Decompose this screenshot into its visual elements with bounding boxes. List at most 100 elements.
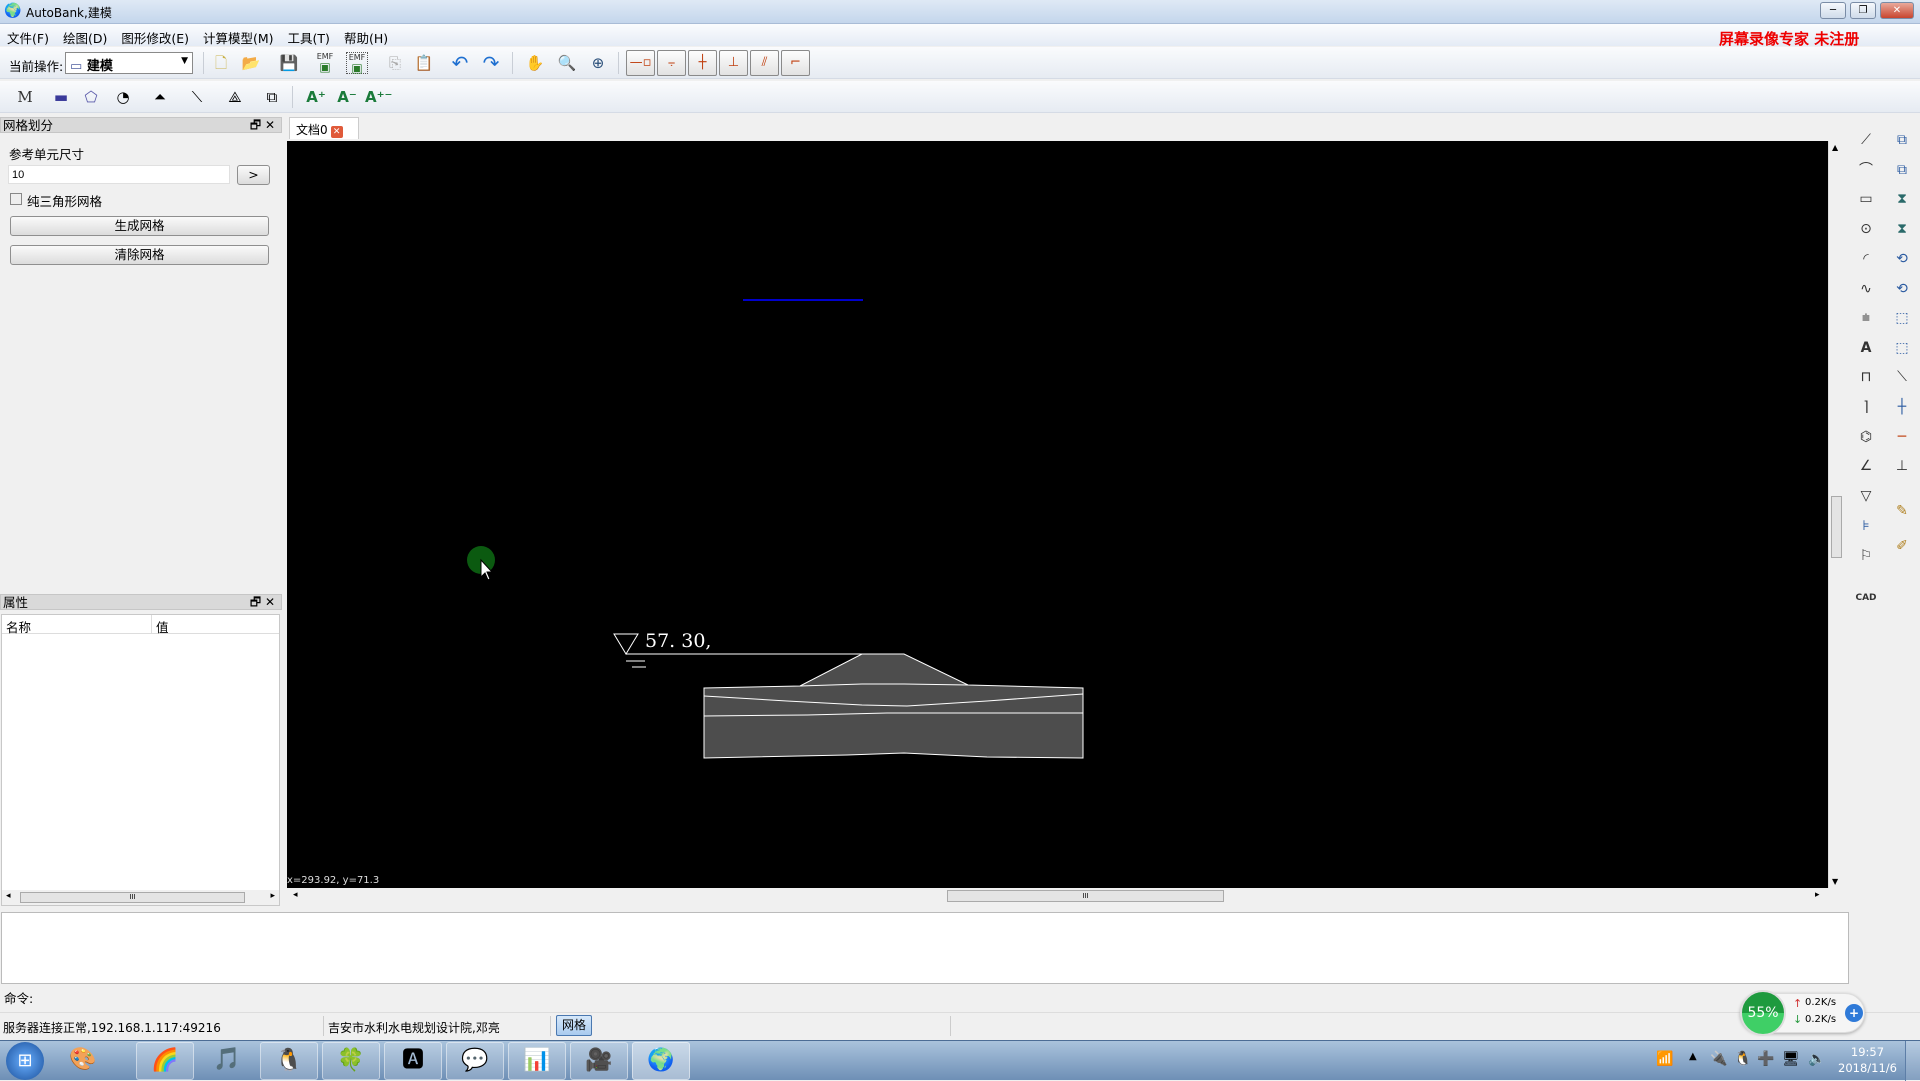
embankment-icon[interactable]: ⏶ (149, 86, 171, 108)
autobank-icon[interactable]: 🌍 (632, 1042, 690, 1080)
col-name[interactable]: 名称 (2, 615, 152, 635)
undo-icon[interactable]: ↶ (449, 52, 471, 74)
edit-icon[interactable]: ✎ (1890, 500, 1914, 522)
save-icon[interactable]: 💾 (278, 52, 300, 74)
show-hidden-icon[interactable]: ▲ (1689, 1051, 1697, 1062)
move-icon[interactable]: ⧉ (1890, 129, 1914, 151)
dim-aligned-icon[interactable]: ⌉ (1854, 396, 1878, 418)
panel-pin-close-icon[interactable]: 🗗 ✕ (250, 595, 275, 610)
snap-extension-icon[interactable]: ⌐ (781, 50, 810, 76)
open-folder-icon[interactable]: 📂 (240, 52, 262, 74)
security-icon[interactable]: ➕ (1757, 1051, 1774, 1067)
break-icon[interactable]: ┼ (1890, 396, 1914, 418)
clear-mesh-button[interactable]: 清除网格 (10, 245, 269, 265)
photos-icon[interactable]: 🌈 (136, 1042, 194, 1080)
export-emf-selection-icon[interactable]: EMF ▣ (346, 52, 368, 74)
water-level-icon[interactable]: ▽ (1854, 485, 1878, 507)
font-reset-icon[interactable]: A⁺⁻ (365, 86, 392, 108)
font-decrease-icon[interactable]: A⁻ (336, 86, 358, 108)
volume-icon[interactable]: 🔈 (1808, 1051, 1825, 1067)
spline-icon[interactable]: ∿ (1854, 278, 1878, 300)
command-input[interactable] (40, 986, 1740, 1006)
generate-mesh-button[interactable]: 生成网格 (10, 216, 269, 236)
paste-icon[interactable]: 📋 (413, 52, 435, 74)
qq-icon[interactable]: 🐧 (260, 1042, 318, 1080)
canvas-hscrollbar[interactable]: ◂ III ▸ (287, 888, 1844, 904)
close-tab-icon[interactable]: ✕ (330, 126, 343, 138)
dim-angle-icon[interactable]: ∠ (1854, 455, 1878, 477)
col-value[interactable]: 值 (152, 615, 173, 635)
show-desktop-button[interactable] (1905, 1041, 1920, 1081)
mesh-triangle-icon[interactable]: ⟁ (224, 86, 246, 108)
vscroll-thumb[interactable] (1831, 496, 1842, 558)
extend-icon[interactable]: ─ (1890, 426, 1914, 448)
tab-document0[interactable]: 文档0 ✕ (289, 117, 359, 139)
circle-draw-icon[interactable]: ⊙ (1854, 218, 1878, 240)
canvas-vscrollbar[interactable]: ▲ ▼ (1828, 141, 1844, 888)
properties-hscrollbar[interactable]: ◂ III ▸ (2, 890, 279, 905)
snap-midpoint-icon[interactable]: ⨪ (657, 50, 686, 76)
usb-icon[interactable]: 🔌 (1710, 1051, 1727, 1067)
snap-nearest-icon[interactable]: ⫽ (750, 50, 779, 76)
triangle-only-checkbox[interactable] (10, 193, 22, 205)
apply-size-button[interactable]: > (237, 165, 270, 185)
offset-icon[interactable]: ⊥ (1890, 455, 1914, 477)
trim-icon[interactable]: ⟍ (1890, 366, 1914, 388)
arc-icon[interactable]: ◜ (1854, 248, 1878, 270)
start-button[interactable]: ⊞ (6, 1042, 44, 1080)
screen-recorder-icon[interactable]: 🎥 (570, 1042, 628, 1080)
app-launcher-icon[interactable]: 🎨 (54, 1042, 112, 1080)
current-op-select[interactable]: ▭ 建模 ▼ (65, 52, 193, 74)
clover-icon[interactable]: 🍀 (322, 1042, 380, 1080)
pan-icon[interactable]: ✋ (524, 52, 546, 74)
dim-linear-icon[interactable]: ⊓ (1854, 366, 1878, 388)
media-app-icon[interactable]: 📊 (508, 1042, 566, 1080)
minimize-button[interactable]: ─ (1820, 2, 1846, 19)
export-emf-icon[interactable]: EMF ▣ (314, 52, 336, 74)
dam-section[interactable] (703, 653, 1084, 759)
rectangle-icon[interactable]: ▬ (50, 86, 72, 108)
flag-icon[interactable]: ⚐ (1854, 545, 1878, 567)
redo-icon[interactable]: ↷ (480, 52, 502, 74)
polyline-icon[interactable]: ⌒ (1854, 159, 1878, 181)
mesh-mode-button[interactable]: 网格 (556, 1015, 592, 1036)
zoom-window-icon[interactable]: 🔍 (556, 52, 578, 74)
clock[interactable]: 19:57 2018/11/6 (1838, 1044, 1897, 1076)
rectangle-draw-icon[interactable]: ▭ (1854, 188, 1878, 210)
copy-icon[interactable]: ⎘ (384, 52, 406, 74)
new-file-icon[interactable]: 🗋 (210, 52, 232, 74)
font-increase-icon[interactable]: A⁺ (305, 86, 327, 108)
line-2pt-icon[interactable]: ⟋ (1854, 129, 1878, 151)
elevation-icon[interactable]: ⊧ (1854, 515, 1878, 537)
section-icon[interactable]: ⧉ (261, 86, 283, 108)
zoom-extents-icon[interactable]: ⊕ (587, 52, 609, 74)
erase-icon[interactable]: ✐ (1890, 535, 1914, 557)
ref-size-input[interactable] (8, 165, 230, 184)
wechat-icon[interactable]: 💬 (446, 1042, 504, 1080)
snap-intersection-icon[interactable]: ┼ (688, 50, 717, 76)
close-button[interactable]: ✕ (1880, 2, 1914, 19)
restore-button[interactable]: ❐ (1850, 2, 1876, 19)
scale-copy-icon[interactable]: ⬚ (1890, 337, 1914, 359)
text-icon[interactable]: A (1854, 337, 1878, 359)
model-m-icon[interactable]: M (14, 86, 36, 108)
rotate-copy-icon[interactable]: ⟲ (1890, 278, 1914, 300)
music-icon[interactable]: 🎵 (198, 1042, 256, 1080)
snap-perpendicular-icon[interactable]: ⊥ (719, 50, 748, 76)
hscroll-thumb[interactable]: III (947, 890, 1224, 902)
scroll-thumb[interactable]: III (20, 892, 245, 903)
wifi-icon[interactable]: 📶 (1656, 1051, 1673, 1067)
cad-icon[interactable]: CAD (1854, 587, 1878, 609)
qq-tray-icon[interactable]: 🐧 (1734, 1051, 1751, 1067)
rotate-icon[interactable]: ⟲ (1890, 248, 1914, 270)
dim-radius-icon[interactable]: ⌬ (1854, 426, 1878, 448)
circle-icon[interactable]: ◔ (112, 86, 134, 108)
mirror-icon[interactable]: ⧗ (1890, 188, 1914, 210)
snap-endpoint-icon[interactable]: —▫ (626, 50, 655, 76)
mirror-copy-icon[interactable]: ⧗ (1890, 218, 1914, 240)
plus-icon[interactable]: + (1845, 1004, 1863, 1022)
copy-obj-icon[interactable]: ⧉ (1890, 159, 1914, 181)
memory-usage-ball[interactable]: 55% (1740, 990, 1786, 1036)
polygon-icon[interactable]: ⬠ (80, 86, 102, 108)
drawing-canvas[interactable]: 57. 30, x=293.92, y=71.3 (287, 141, 1828, 888)
